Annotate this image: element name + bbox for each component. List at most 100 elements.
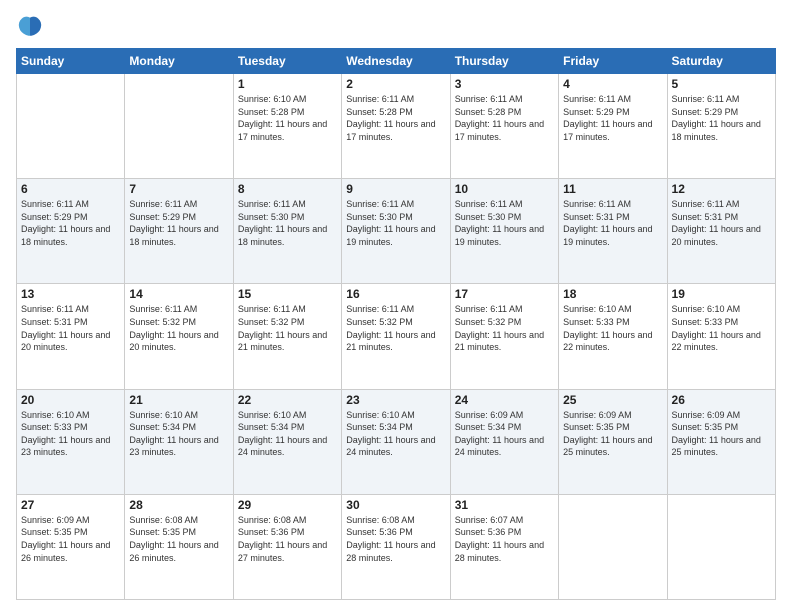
day-info: Sunrise: 6:07 AMSunset: 5:36 PMDaylight:…	[455, 514, 554, 564]
day-number: 5	[672, 77, 771, 91]
day-info: Sunrise: 6:09 AMSunset: 5:35 PMDaylight:…	[672, 409, 771, 459]
day-info: Sunrise: 6:11 AMSunset: 5:28 PMDaylight:…	[455, 93, 554, 143]
day-number: 25	[563, 393, 662, 407]
calendar-cell: 25 Sunrise: 6:09 AMSunset: 5:35 PMDayligh…	[559, 389, 667, 494]
calendar-cell: 5 Sunrise: 6:11 AMSunset: 5:29 PMDaylight…	[667, 74, 775, 179]
calendar-cell: 4 Sunrise: 6:11 AMSunset: 5:29 PMDaylight…	[559, 74, 667, 179]
calendar-cell: 8 Sunrise: 6:11 AMSunset: 5:30 PMDaylight…	[233, 179, 341, 284]
logo-icon	[16, 12, 44, 40]
day-info: Sunrise: 6:09 AMSunset: 5:35 PMDaylight:…	[563, 409, 662, 459]
weekday-header-monday: Monday	[125, 49, 233, 74]
calendar-cell: 6 Sunrise: 6:11 AMSunset: 5:29 PMDaylight…	[17, 179, 125, 284]
day-number: 15	[238, 287, 337, 301]
day-number: 2	[346, 77, 445, 91]
day-info: Sunrise: 6:11 AMSunset: 5:32 PMDaylight:…	[129, 303, 228, 353]
day-info: Sunrise: 6:10 AMSunset: 5:33 PMDaylight:…	[21, 409, 120, 459]
day-info: Sunrise: 6:11 AMSunset: 5:29 PMDaylight:…	[672, 93, 771, 143]
day-number: 27	[21, 498, 120, 512]
day-number: 1	[238, 77, 337, 91]
calendar-cell: 15Sunrise: 6:11 AMSunset: 5:32 PMDayligh…	[233, 284, 341, 389]
day-number: 8	[238, 182, 337, 196]
calendar-cell: 30 Sunrise: 6:08 AMSunset: 5:36 PMDayligh…	[342, 494, 450, 599]
day-number: 3	[455, 77, 554, 91]
day-info: Sunrise: 6:11 AMSunset: 5:30 PMDaylight:…	[346, 198, 445, 248]
day-info: Sunrise: 6:11 AMSunset: 5:31 PMDaylight:…	[21, 303, 120, 353]
day-number: 16	[346, 287, 445, 301]
calendar-cell: 31 Sunrise: 6:07 AMSunset: 5:36 PMDayligh…	[450, 494, 558, 599]
calendar-cell: 28 Sunrise: 6:08 AMSunset: 5:35 PMDayligh…	[125, 494, 233, 599]
day-info: Sunrise: 6:11 AMSunset: 5:32 PMDaylight:…	[455, 303, 554, 353]
calendar-cell: 29Sunrise: 6:08 AMSunset: 5:36 PMDayligh…	[233, 494, 341, 599]
weekday-header-row: SundayMondayTuesdayWednesdayThursdayFrid…	[17, 49, 776, 74]
day-info: Sunrise: 6:10 AMSunset: 5:33 PMDaylight:…	[672, 303, 771, 353]
day-info: Sunrise: 6:11 AMSunset: 5:29 PMDaylight:…	[129, 198, 228, 248]
weekday-header-sunday: Sunday	[17, 49, 125, 74]
day-number: 9	[346, 182, 445, 196]
day-info: Sunrise: 6:09 AMSunset: 5:34 PMDaylight:…	[455, 409, 554, 459]
calendar-cell: 10 Sunrise: 6:11 AMSunset: 5:30 PMDayligh…	[450, 179, 558, 284]
page: SundayMondayTuesdayWednesdayThursdayFrid…	[0, 0, 792, 612]
week-row-1: 1 Sunrise: 6:10 AMSunset: 5:28 PMDaylight…	[17, 74, 776, 179]
day-number: 26	[672, 393, 771, 407]
calendar-cell: 27 Sunrise: 6:09 AMSunset: 5:35 PMDayligh…	[17, 494, 125, 599]
calendar-cell: 19 Sunrise: 6:10 AMSunset: 5:33 PMDayligh…	[667, 284, 775, 389]
day-info: Sunrise: 6:09 AMSunset: 5:35 PMDaylight:…	[21, 514, 120, 564]
week-row-4: 20 Sunrise: 6:10 AMSunset: 5:33 PMDayligh…	[17, 389, 776, 494]
day-info: Sunrise: 6:08 AMSunset: 5:35 PMDaylight:…	[129, 514, 228, 564]
day-number: 20	[21, 393, 120, 407]
calendar-cell	[17, 74, 125, 179]
day-number: 11	[563, 182, 662, 196]
calendar-cell	[667, 494, 775, 599]
day-info: Sunrise: 6:11 AMSunset: 5:32 PMDaylight:…	[346, 303, 445, 353]
day-number: 22	[238, 393, 337, 407]
day-info: Sunrise: 6:11 AMSunset: 5:28 PMDaylight:…	[346, 93, 445, 143]
day-info: Sunrise: 6:11 AMSunset: 5:29 PMDaylight:…	[21, 198, 120, 248]
calendar-cell: 1 Sunrise: 6:10 AMSunset: 5:28 PMDaylight…	[233, 74, 341, 179]
week-row-5: 27 Sunrise: 6:09 AMSunset: 5:35 PMDayligh…	[17, 494, 776, 599]
weekday-header-thursday: Thursday	[450, 49, 558, 74]
weekday-header-wednesday: Wednesday	[342, 49, 450, 74]
day-info: Sunrise: 6:10 AMSunset: 5:33 PMDaylight:…	[563, 303, 662, 353]
day-info: Sunrise: 6:08 AMSunset: 5:36 PMDaylight:…	[238, 514, 337, 564]
calendar-cell: 26 Sunrise: 6:09 AMSunset: 5:35 PMDayligh…	[667, 389, 775, 494]
day-number: 23	[346, 393, 445, 407]
day-info: Sunrise: 6:08 AMSunset: 5:36 PMDaylight:…	[346, 514, 445, 564]
calendar-cell	[125, 74, 233, 179]
calendar-cell: 7 Sunrise: 6:11 AMSunset: 5:29 PMDaylight…	[125, 179, 233, 284]
day-info: Sunrise: 6:11 AMSunset: 5:30 PMDaylight:…	[455, 198, 554, 248]
calendar-cell	[559, 494, 667, 599]
weekday-header-friday: Friday	[559, 49, 667, 74]
calendar-cell: 23 Sunrise: 6:10 AMSunset: 5:34 PMDayligh…	[342, 389, 450, 494]
day-number: 24	[455, 393, 554, 407]
day-number: 12	[672, 182, 771, 196]
day-info: Sunrise: 6:10 AMSunset: 5:34 PMDaylight:…	[129, 409, 228, 459]
calendar-cell: 14Sunrise: 6:11 AMSunset: 5:32 PMDayligh…	[125, 284, 233, 389]
day-number: 17	[455, 287, 554, 301]
calendar-cell: 18Sunrise: 6:10 AMSunset: 5:33 PMDayligh…	[559, 284, 667, 389]
calendar-cell: 20 Sunrise: 6:10 AMSunset: 5:33 PMDayligh…	[17, 389, 125, 494]
day-number: 10	[455, 182, 554, 196]
calendar-cell: 12Sunrise: 6:11 AMSunset: 5:31 PMDayligh…	[667, 179, 775, 284]
calendar-cell: 9 Sunrise: 6:11 AMSunset: 5:30 PMDaylight…	[342, 179, 450, 284]
day-number: 13	[21, 287, 120, 301]
calendar-cell: 16 Sunrise: 6:11 AMSunset: 5:32 PMDayligh…	[342, 284, 450, 389]
calendar: SundayMondayTuesdayWednesdayThursdayFrid…	[16, 48, 776, 600]
calendar-cell: 3 Sunrise: 6:11 AMSunset: 5:28 PMDaylight…	[450, 74, 558, 179]
week-row-3: 13 Sunrise: 6:11 AMSunset: 5:31 PMDayligh…	[17, 284, 776, 389]
header	[16, 12, 776, 40]
day-info: Sunrise: 6:11 AMSunset: 5:30 PMDaylight:…	[238, 198, 337, 248]
day-number: 6	[21, 182, 120, 196]
calendar-cell: 17 Sunrise: 6:11 AMSunset: 5:32 PMDayligh…	[450, 284, 558, 389]
week-row-2: 6 Sunrise: 6:11 AMSunset: 5:29 PMDaylight…	[17, 179, 776, 284]
calendar-cell: 22Sunrise: 6:10 AMSunset: 5:34 PMDayligh…	[233, 389, 341, 494]
day-number: 31	[455, 498, 554, 512]
day-info: Sunrise: 6:11 AMSunset: 5:29 PMDaylight:…	[563, 93, 662, 143]
calendar-cell: 13 Sunrise: 6:11 AMSunset: 5:31 PMDayligh…	[17, 284, 125, 389]
day-number: 7	[129, 182, 228, 196]
day-info: Sunrise: 6:10 AMSunset: 5:34 PMDaylight:…	[346, 409, 445, 459]
day-number: 30	[346, 498, 445, 512]
day-info: Sunrise: 6:10 AMSunset: 5:28 PMDaylight:…	[238, 93, 337, 143]
day-number: 4	[563, 77, 662, 91]
day-number: 19	[672, 287, 771, 301]
day-number: 28	[129, 498, 228, 512]
